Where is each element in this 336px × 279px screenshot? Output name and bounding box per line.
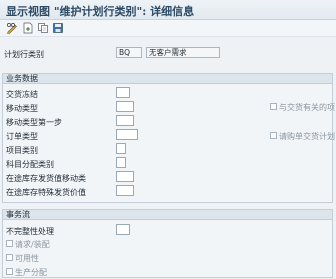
application-toolbar: [0, 20, 336, 37]
transaction-flow-group-title: 事务流: [6, 210, 30, 219]
account-assignment-category-field[interactable]: [116, 157, 126, 168]
availability-checkbox[interactable]: [6, 254, 13, 261]
item-category-field[interactable]: [116, 143, 126, 154]
production-allocation-label: 生产分配: [15, 268, 47, 277]
transit-gi-movement-field[interactable]: [116, 171, 134, 182]
movement-type-field[interactable]: [116, 101, 134, 112]
title-bar: 显示视图 "维护计划行类别": 详细信息: [0, 0, 336, 20]
production-allocation-checkbox[interactable]: [6, 268, 13, 275]
order-type-field[interactable]: [116, 129, 138, 140]
copy-icon[interactable]: [37, 22, 49, 34]
pencil-glasses-icon[interactable]: [6, 22, 18, 34]
order-type-label: 订单类型: [6, 132, 38, 141]
requirements-assembly-label: 请求/装配: [15, 240, 50, 249]
save-icon[interactable]: [52, 22, 64, 34]
transaction-flow-group-header: 事务流: [2, 209, 333, 220]
transit-gi-movement-label: 在途库存发货值移动类: [6, 174, 86, 183]
movement-type-first-step-field[interactable]: [116, 115, 134, 126]
delivery-block-label: 交货冻结: [6, 90, 38, 99]
incompletion-procedure-field[interactable]: [116, 224, 130, 235]
transit-special-gi-value-label: 在途库存特殊发货价值: [6, 188, 86, 197]
availability-label: 可用性: [15, 254, 39, 263]
movement-type-label: 移动类型: [6, 104, 38, 113]
account-assignment-category-label: 科目分配类别: [6, 160, 54, 169]
purchase-req-delivery-schedule-checkbox[interactable]: [270, 132, 277, 139]
new-entry-icon[interactable]: [22, 22, 34, 34]
business-data-group-title: 业务数据: [6, 74, 38, 83]
movement-type-first-step-label: 移动类型第一步: [6, 118, 62, 127]
page-title: 显示视图 "维护计划行类别": 详细信息: [6, 5, 195, 18]
schedule-line-category-field[interactable]: BQ: [116, 47, 142, 58]
purchase-req-delivery-schedule-label: 请购单交货计划: [279, 132, 335, 141]
schedule-line-category-description: 无客户需求: [146, 47, 220, 58]
schedule-line-category-label: 计划行类别: [4, 50, 44, 59]
delivery-relevant-label: 与交货有关的项: [279, 103, 335, 112]
business-data-group-header: 业务数据: [2, 73, 333, 84]
transit-special-gi-value-field[interactable]: [116, 185, 134, 196]
item-category-label: 项目类别: [6, 146, 38, 155]
requirements-assembly-checkbox[interactable]: [6, 240, 13, 247]
incompletion-procedure-label: 不完整性处理: [6, 227, 54, 236]
delivery-relevant-checkbox[interactable]: [270, 103, 277, 110]
detail-area: 计划行类别 BQ 无客户需求 业务数据 交货冻结 移动类型 与交货有关的项 移动…: [0, 37, 336, 279]
delivery-block-field[interactable]: [116, 87, 130, 98]
